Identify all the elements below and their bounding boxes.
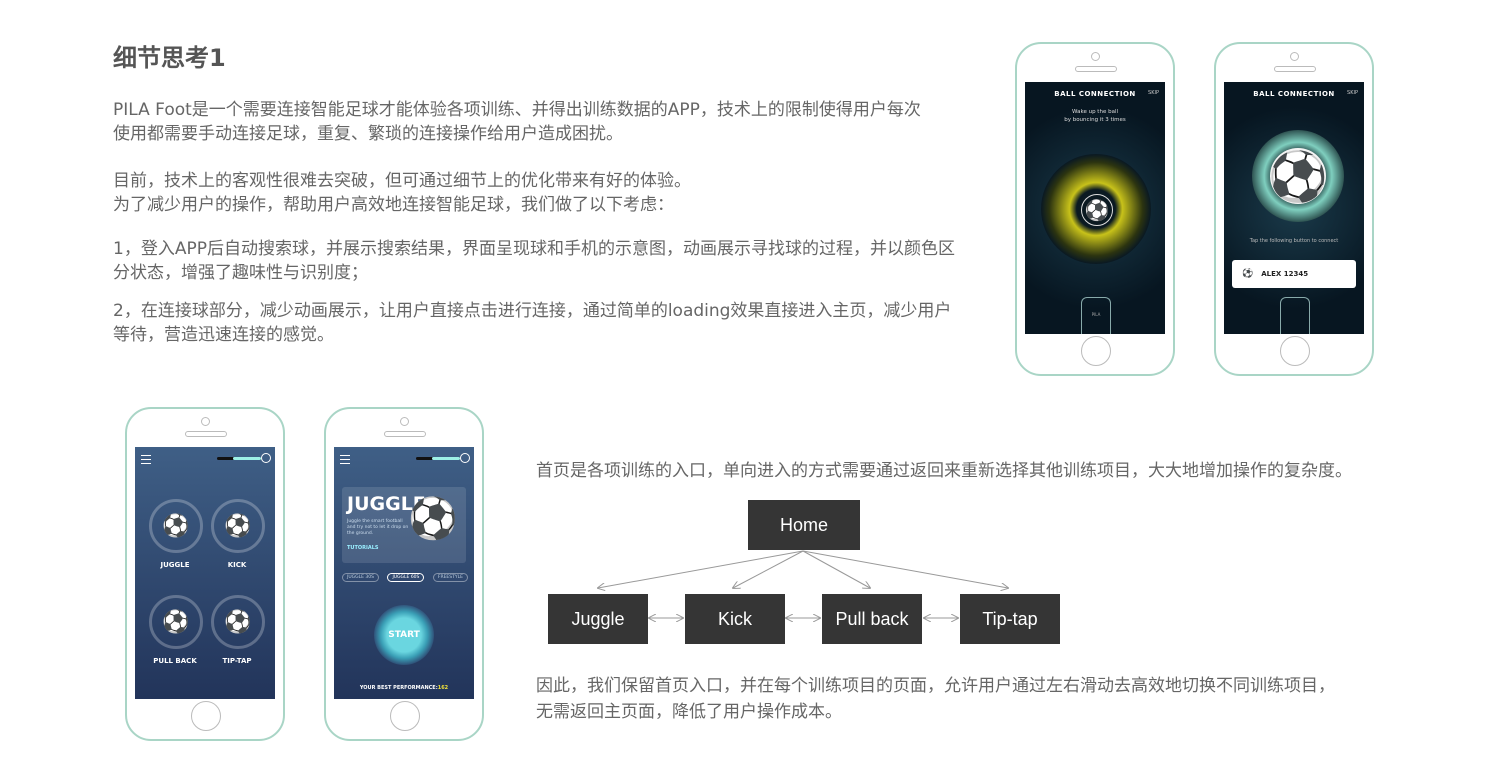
connector-home-juggle [598,550,804,588]
tree-node-juggle: Juggle [548,594,648,644]
tree-node-pull-back: Pull back [822,594,922,644]
tree-node-tip-tap: Tip-tap [960,594,1060,644]
connector-home-tiptap [802,550,1008,588]
navigation-tree-connectors [0,550,1500,764]
text-line: 因此，我们保留首页入口，并在每个训练项目的页面，允许用户通过左右滑动去高效地切换… [536,676,1335,696]
tree-node-home: Home [748,500,860,550]
tree-node-kick: Kick [685,594,785,644]
connector-home-kick [733,550,804,588]
solution-description: 因此，我们保留首页入口，并在每个训练项目的页面，允许用户通过左右滑动去高效地切换… [536,673,1335,725]
text-line: 无需返回主页面，降低了用户操作成本。 [536,702,842,722]
